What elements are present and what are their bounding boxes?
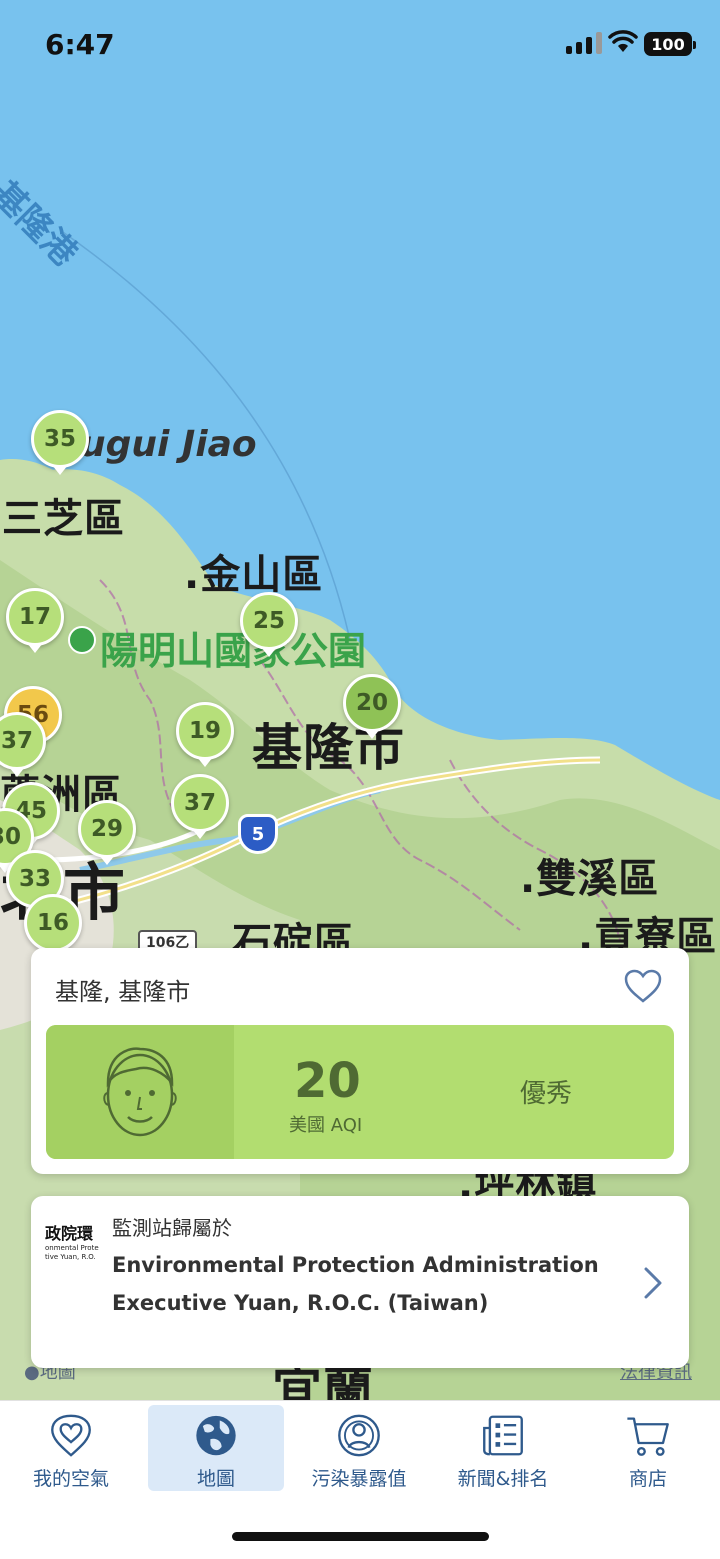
- aqi-summary: 20 美國 AQI 優秀: [46, 1025, 674, 1159]
- cellular-signal-icon: [566, 32, 602, 54]
- cart-icon: [627, 1417, 669, 1456]
- tab-exposure[interactable]: 污染暴露值: [291, 1405, 427, 1491]
- map-label-cape: ugui Jiao: [80, 424, 257, 465]
- map-label-park: 陽明山國家公園: [100, 629, 367, 673]
- heart-pin-icon: [51, 1414, 91, 1457]
- map-label-jinshan: .金山區: [184, 552, 324, 598]
- source-logo-text: 政院環: [45, 1224, 94, 1243]
- face-panel: [46, 1025, 234, 1159]
- person-exposure-icon: [338, 1414, 380, 1457]
- tab-label: 新聞&排名: [457, 1468, 549, 1490]
- map-view[interactable]: 基隆港 ugui Jiao 三芝區 .金山區 陽明山國家公園 基隆市 蘆洲區 北…: [0, 0, 720, 1400]
- park-icon: [68, 626, 96, 654]
- favorite-heart-icon[interactable]: [623, 968, 663, 1004]
- source-card[interactable]: 政院環 onmental Protec tive Yuan, R.O. 監測站歸…: [31, 1196, 689, 1368]
- tab-store[interactable]: 商店: [580, 1405, 716, 1491]
- highway-shield: 5: [238, 814, 278, 854]
- tab-map[interactable]: 地圖: [148, 1405, 284, 1491]
- tab-label: 污染暴露值: [311, 1468, 407, 1490]
- aqi-pin[interactable]: 37: [171, 774, 229, 839]
- source-caption: 監測站歸屬於: [112, 1216, 232, 1240]
- tab-my-air[interactable]: 我的空氣: [3, 1405, 139, 1491]
- news-icon: [483, 1415, 523, 1456]
- status-bar: 6:47 100: [0, 0, 720, 90]
- globe-icon: [196, 1415, 236, 1456]
- aqi-pin[interactable]: 17: [6, 588, 64, 653]
- station-card[interactable]: 基隆, 基隆市 20 美國 AQI 優秀: [31, 948, 689, 1174]
- home-indicator[interactable]: [232, 1532, 489, 1541]
- tab-label: 商店: [628, 1468, 667, 1490]
- source-logo-subtext: onmental Protec tive Yuan, R.O.: [45, 1244, 99, 1261]
- status-time: 6:47: [45, 28, 115, 61]
- aqi-pin[interactable]: 19: [176, 702, 234, 767]
- tab-news[interactable]: 新聞&排名: [435, 1405, 571, 1491]
- wifi-icon: [608, 30, 638, 52]
- tab-label: 我的空氣: [32, 1468, 109, 1490]
- aqi-pin[interactable]: 20: [343, 674, 401, 739]
- station-name: 基隆, 基隆市: [55, 978, 191, 1006]
- tab-label: 地圖: [196, 1468, 235, 1490]
- aqi-pin[interactable]: 35: [31, 410, 89, 475]
- source-logo: 政院環 onmental Protec tive Yuan, R.O.: [45, 1220, 99, 1268]
- aqi-pin[interactable]: 25: [240, 592, 298, 657]
- map-label-shuangxi: .雙溪區: [520, 856, 660, 902]
- aqi-pin[interactable]: 16: [24, 894, 82, 959]
- source-name: Environmental Protection Administration …: [112, 1253, 599, 1315]
- aqi-level: 優秀: [520, 1079, 573, 1109]
- aqi-unit: 美國 AQI: [289, 1115, 363, 1136]
- map-label-sanzhi: 三芝區: [2, 496, 125, 542]
- chevron-right-icon[interactable]: [643, 1266, 663, 1300]
- aqi-pin[interactable]: 29: [78, 800, 136, 865]
- aqi-value: 20: [294, 1053, 361, 1109]
- battery-icon: 100: [644, 32, 696, 56]
- happy-face-icon: [103, 1047, 177, 1137]
